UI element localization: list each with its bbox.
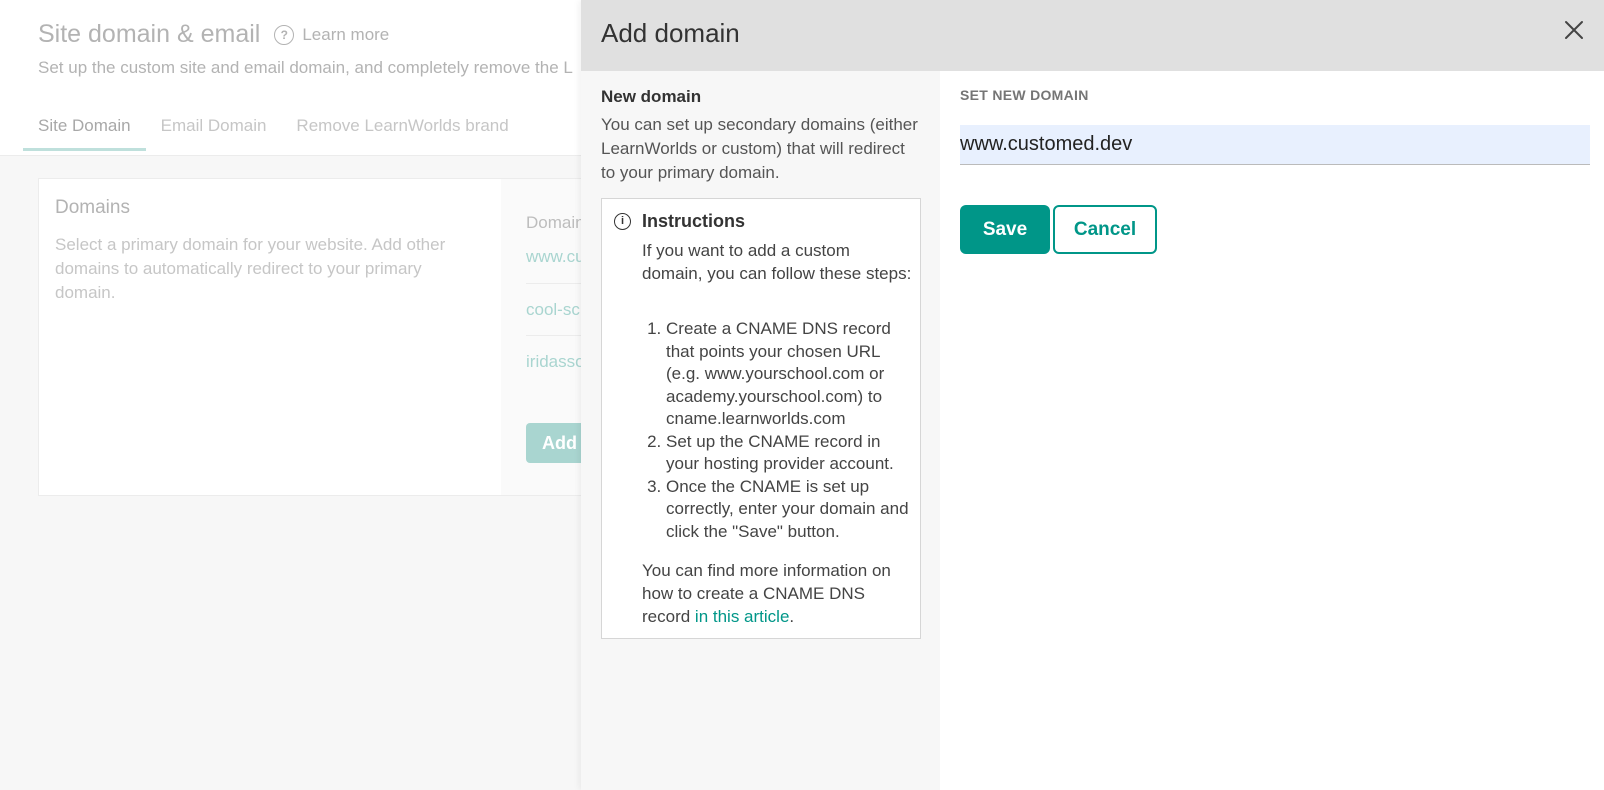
panel-header: Add domain [581, 0, 1604, 71]
help-circle-icon[interactable]: ? [274, 24, 295, 45]
set-new-domain-label: SET NEW DOMAIN [960, 87, 1089, 103]
instruction-step: Once the CNAME is set up correctly, ente… [666, 476, 912, 544]
instructions-box: i Instructions If you want to add a cust… [601, 198, 921, 639]
tab-email-domain[interactable]: Email Domain [146, 112, 282, 151]
instructions-more-info: You can find more information on how to … [642, 559, 912, 628]
panel-right-column: SET NEW DOMAIN Save Cancel [940, 71, 1604, 790]
save-button[interactable]: Save [960, 205, 1050, 254]
info-icon: i [614, 213, 631, 230]
domains-card-title: Domains [55, 197, 130, 218]
instruction-step: Set up the CNAME record in your hosting … [666, 431, 912, 476]
instructions-title: Instructions [642, 211, 746, 231]
instructions-intro: If you want to add a custom domain, you … [642, 241, 912, 283]
title-row: Site domain & email ? Learn more [38, 20, 389, 49]
domains-card: Domains Select a primary domain for your… [38, 178, 599, 496]
page-subtitle: Set up the custom site and email domain,… [38, 58, 573, 77]
tab-bar: Site Domain Email Domain Remove LearnWor… [23, 112, 524, 151]
domain-item[interactable]: cool-sc [526, 300, 580, 320]
add-domain-panel: Add domain New domain You can set up sec… [581, 0, 1604, 790]
new-domain-description: You can set up secondary domains (either… [601, 115, 918, 182]
tab-site-domain[interactable]: Site Domain [23, 112, 146, 151]
domain-column-header: Domain [526, 213, 585, 232]
domain-item[interactable]: www.cu [526, 247, 585, 267]
tab-remove-brand[interactable]: Remove LearnWorlds brand [281, 112, 523, 151]
article-link[interactable]: in this article [695, 607, 789, 626]
new-domain-heading: New domain [601, 87, 702, 106]
instruction-step: Create a CNAME DNS record that points yo… [666, 318, 912, 431]
learn-more-link[interactable]: Learn more [302, 25, 389, 45]
page-title: Site domain & email [38, 20, 261, 48]
domains-card-description: Select a primary domain for your website… [55, 235, 446, 302]
more-info-suffix: . [789, 607, 795, 626]
domain-input[interactable] [960, 125, 1590, 165]
panel-left-column: New domain You can set up secondary doma… [581, 71, 940, 790]
cancel-button[interactable]: Cancel [1053, 205, 1157, 254]
instructions-steps: Create a CNAME DNS record that points yo… [642, 318, 912, 543]
close-icon[interactable] [1562, 18, 1586, 42]
panel-title: Add domain [601, 18, 740, 48]
domain-item[interactable]: iridasso [526, 352, 585, 372]
